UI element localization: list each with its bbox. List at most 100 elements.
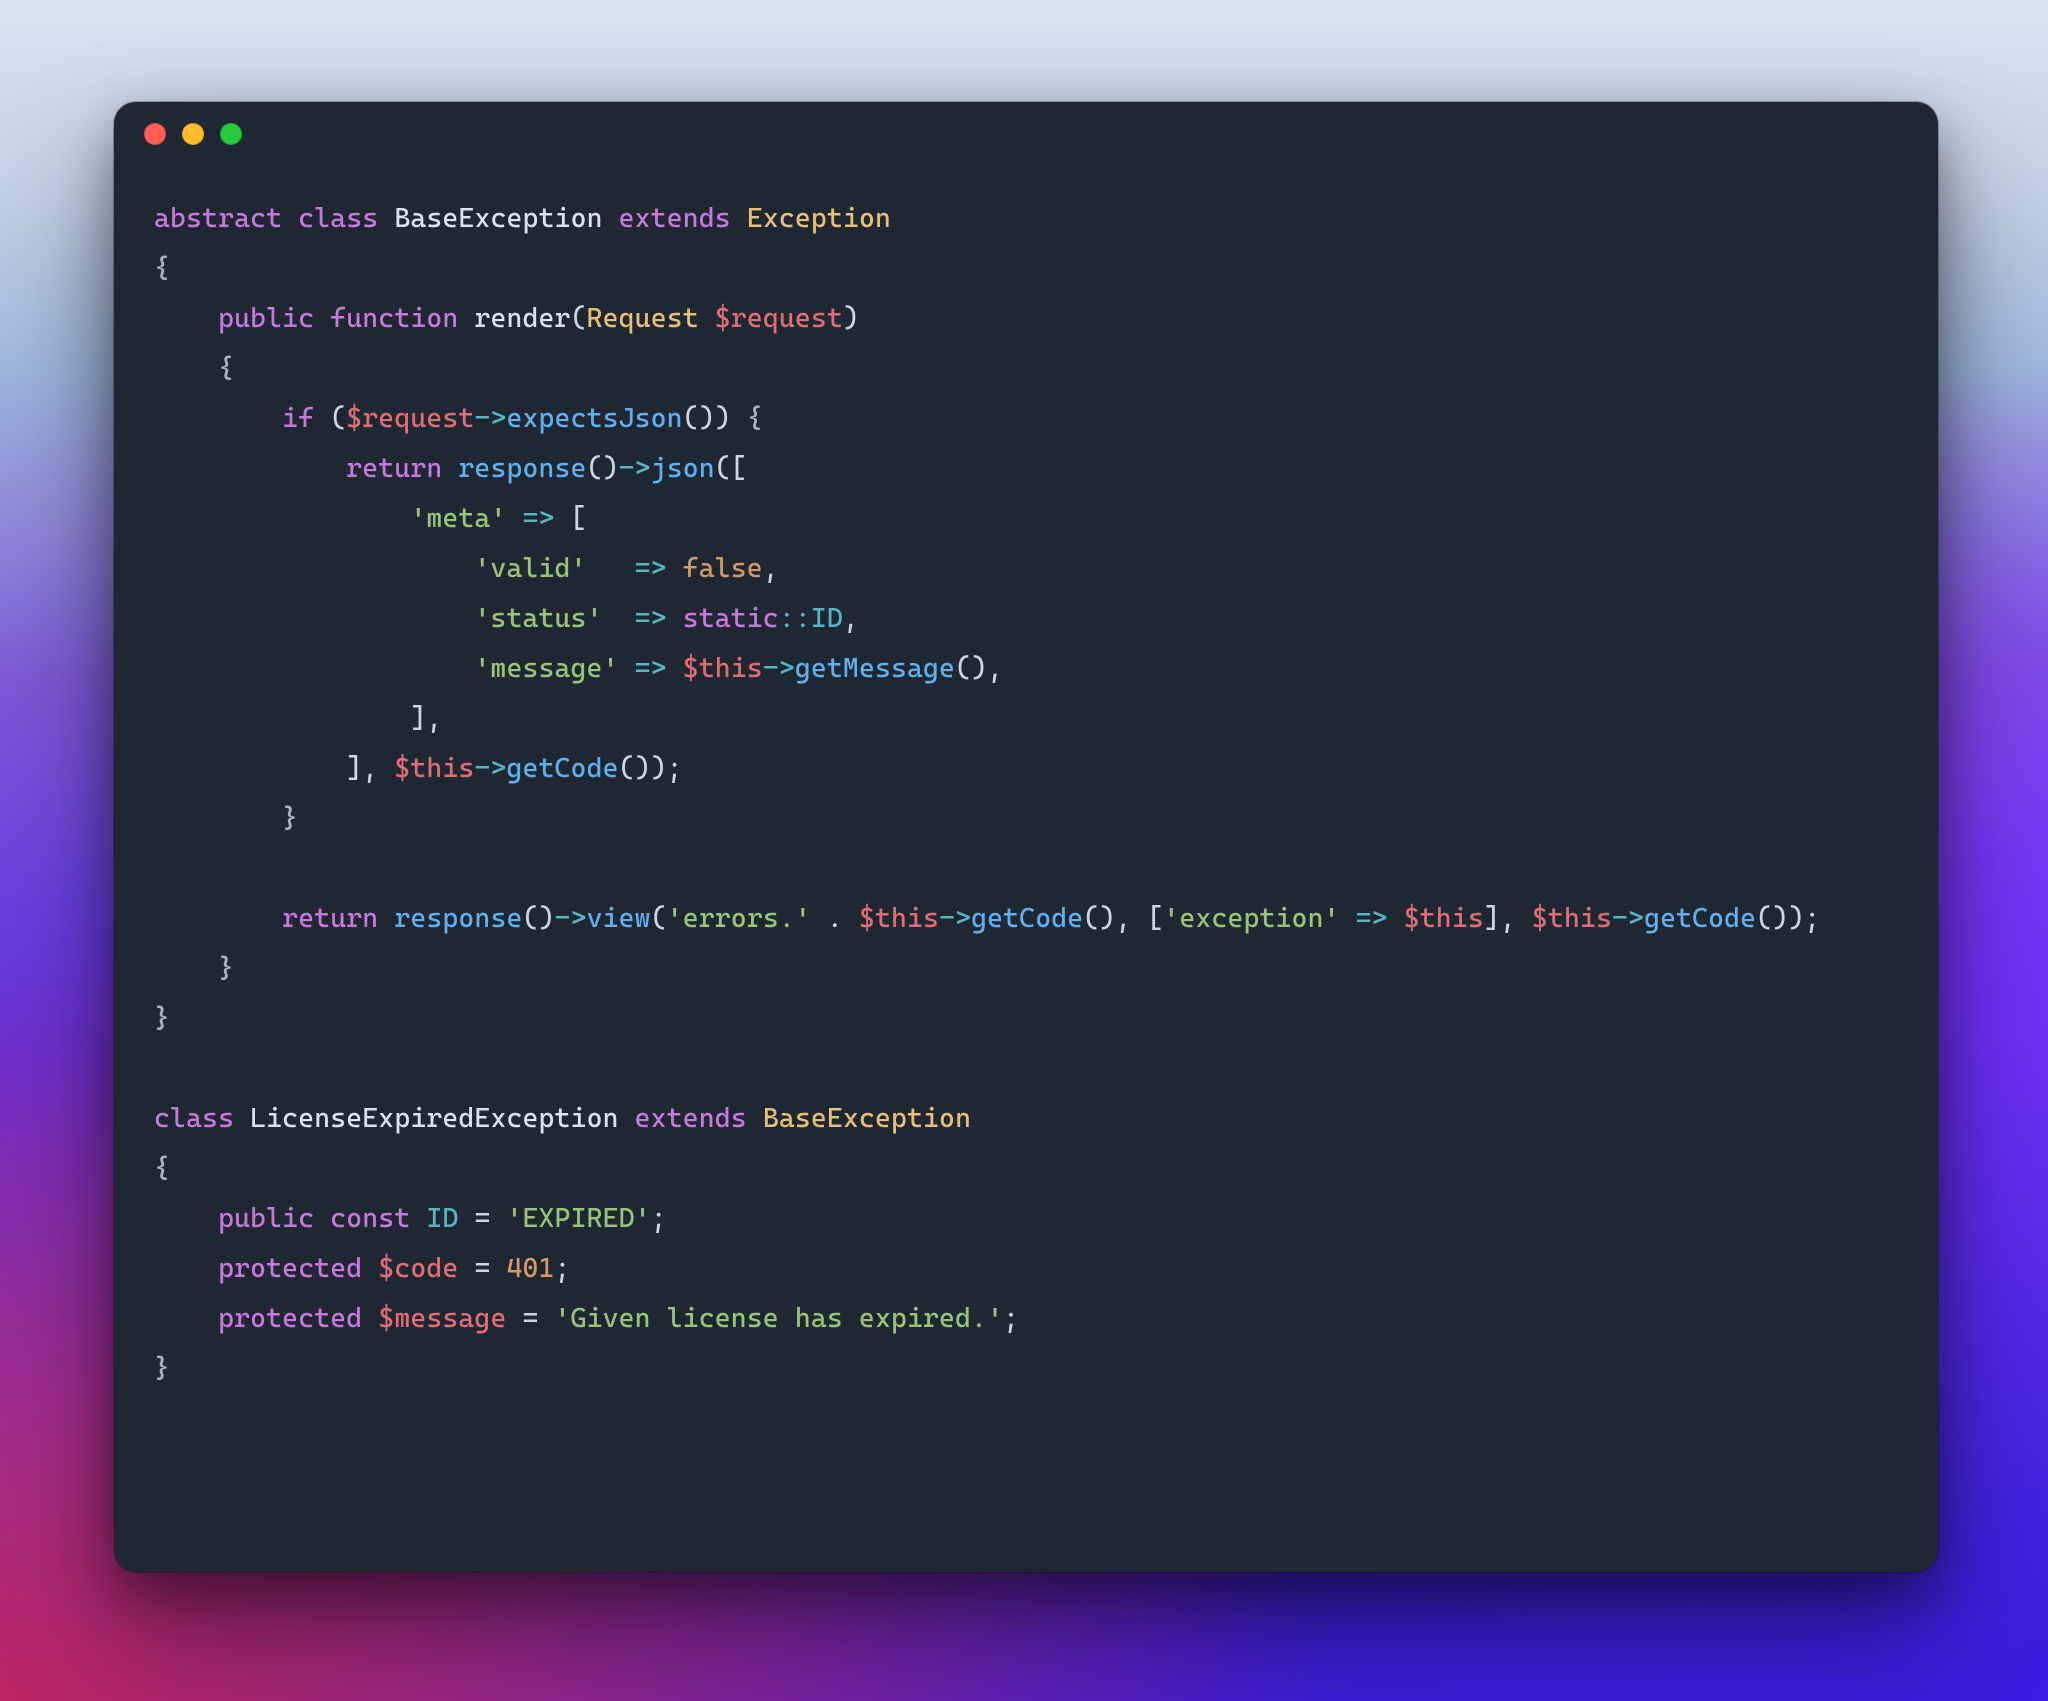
code-token: if xyxy=(282,403,314,434)
code-token: render xyxy=(474,303,570,334)
code-line: 'status' => static::ID, xyxy=(154,594,1898,644)
code-token xyxy=(154,603,474,634)
code-token xyxy=(154,653,474,684)
code-token: BaseException xyxy=(394,203,602,234)
code-token: ) xyxy=(843,303,859,334)
code-token: (), [ xyxy=(1083,903,1163,934)
code-token: 'status' xyxy=(474,603,602,634)
code-token: ], xyxy=(1484,903,1532,934)
zoom-icon[interactable] xyxy=(220,123,242,145)
code-token: class xyxy=(154,1103,234,1134)
code-token: $request xyxy=(715,303,843,334)
code-token xyxy=(154,453,346,484)
code-token: protected xyxy=(218,1253,362,1284)
code-token: class xyxy=(298,203,378,234)
code-token: = xyxy=(506,1303,554,1334)
code-token: => xyxy=(635,603,667,634)
code-token: -> xyxy=(1612,903,1644,934)
code-token: expectsJson xyxy=(506,403,682,434)
code-token: $this xyxy=(1404,903,1484,934)
code-token: ; xyxy=(651,1203,667,1234)
code-token xyxy=(731,203,747,234)
code-token: => xyxy=(635,553,667,584)
code-token: { xyxy=(218,353,234,384)
code-line: public const ID = 'EXPIRED'; xyxy=(154,1194,1898,1244)
code-token: () xyxy=(587,453,619,484)
code-token: 'message' xyxy=(474,653,618,684)
code-token: getMessage xyxy=(795,653,955,684)
code-token xyxy=(154,403,282,434)
code-token xyxy=(154,303,218,334)
code-token xyxy=(362,1253,378,1284)
code-token: -> xyxy=(619,453,651,484)
code-token xyxy=(154,903,282,934)
code-token: $this xyxy=(394,753,474,784)
code-token xyxy=(458,303,474,334)
code-token: } xyxy=(154,1003,170,1034)
code-token xyxy=(619,1103,635,1134)
code-line: if ($request->expectsJson()) { xyxy=(154,394,1898,444)
code-token: ()); xyxy=(619,753,683,784)
code-token: => xyxy=(522,503,554,534)
code-line: } xyxy=(154,944,1898,994)
code-editor[interactable]: abstract class BaseException extends Exc… xyxy=(114,166,1938,1434)
close-icon[interactable] xyxy=(144,123,166,145)
code-line: { xyxy=(154,1144,1898,1194)
code-token: ( xyxy=(314,403,346,434)
code-line: } xyxy=(154,994,1898,1044)
code-token: Request xyxy=(587,303,699,334)
code-token xyxy=(506,503,522,534)
code-token: view xyxy=(587,903,651,934)
code-line xyxy=(154,1044,1898,1094)
code-line: 'meta' => [ xyxy=(154,494,1898,544)
code-token: ; xyxy=(555,1253,571,1284)
code-token: 401 xyxy=(506,1253,554,1284)
code-line: } xyxy=(154,1344,1898,1394)
code-line: return response()->json([ xyxy=(154,444,1898,494)
code-token: BaseException xyxy=(763,1103,971,1134)
code-token xyxy=(154,803,282,834)
code-token: ], xyxy=(154,753,394,784)
code-token: { xyxy=(154,253,170,284)
code-token: public xyxy=(218,1203,314,1234)
code-token: return xyxy=(346,453,442,484)
code-token: (), xyxy=(955,653,1003,684)
code-token xyxy=(410,1203,426,1234)
code-token: public xyxy=(218,303,314,334)
code-token: -> xyxy=(474,753,506,784)
code-token xyxy=(442,453,458,484)
minimize-icon[interactable] xyxy=(182,123,204,145)
code-token: [ xyxy=(555,503,587,534)
code-token: ( xyxy=(651,903,667,934)
code-token: 'exception' xyxy=(1163,903,1339,934)
code-token xyxy=(154,553,474,584)
code-token: ()); xyxy=(1756,903,1820,934)
code-line: { xyxy=(154,344,1898,394)
code-token xyxy=(1388,903,1404,934)
code-token: static xyxy=(683,603,779,634)
code-line: return response()->view('errors.' . $thi… xyxy=(154,894,1898,944)
code-token: $this xyxy=(683,653,763,684)
code-token xyxy=(699,303,715,334)
code-token xyxy=(314,303,330,334)
code-token xyxy=(314,1203,330,1234)
code-token: -> xyxy=(474,403,506,434)
code-line: { xyxy=(154,244,1898,294)
code-token xyxy=(587,553,635,584)
code-token: 'EXPIRED' xyxy=(507,1203,651,1234)
code-token: LicenseExpiredException xyxy=(250,1103,618,1134)
code-token: } xyxy=(218,953,234,984)
code-token: => xyxy=(1356,903,1388,934)
code-token: { xyxy=(154,1153,170,1184)
code-token: return xyxy=(282,903,378,934)
code-token xyxy=(154,1303,218,1334)
code-token: json xyxy=(651,453,715,484)
code-line: public function render(Request $request) xyxy=(154,294,1898,344)
code-token: Exception xyxy=(747,203,891,234)
code-token: ID xyxy=(426,1203,458,1234)
code-line: } xyxy=(154,794,1898,844)
code-token: $this xyxy=(1532,903,1612,934)
code-token xyxy=(378,203,394,234)
code-token: $message xyxy=(378,1303,506,1334)
code-token: () xyxy=(523,903,555,934)
